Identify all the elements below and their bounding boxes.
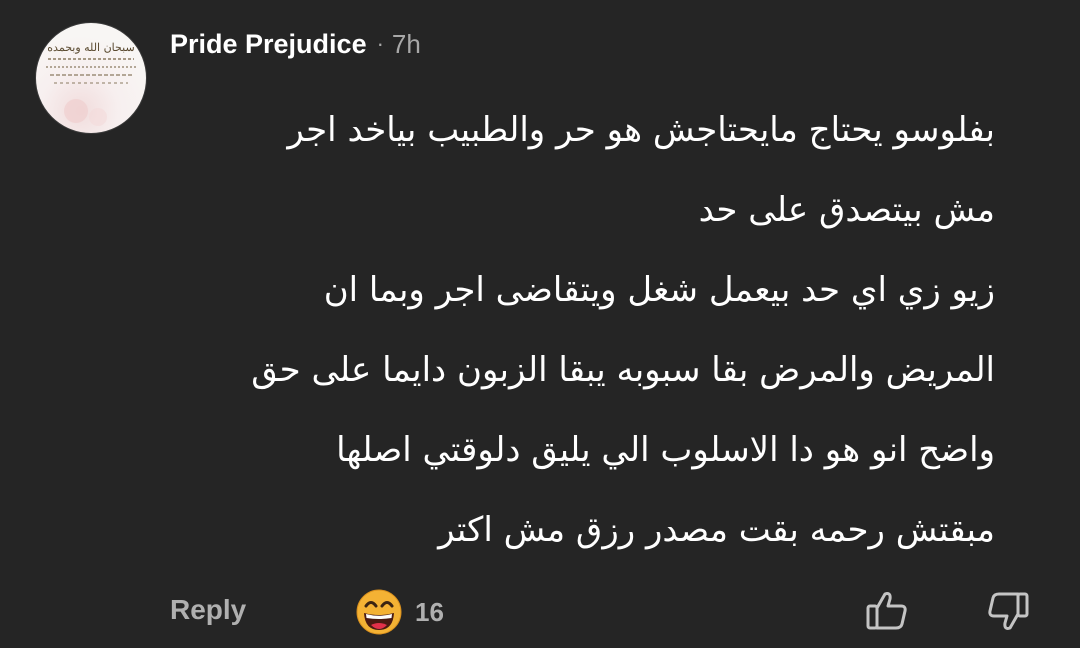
dislike-button[interactable]	[983, 586, 1033, 636]
reaction-count: 16	[415, 596, 444, 627]
like-button[interactable]	[862, 586, 912, 636]
thumbs-down-icon	[988, 592, 1029, 630]
reply-button[interactable]: Reply	[170, 594, 246, 626]
comment-line: المريض والمرض بقا سبوبه يبقا الزبون دايم…	[251, 350, 995, 390]
comment-line: مش بيتصدق على حد	[698, 190, 995, 230]
grinning-face-emoji-icon	[356, 589, 402, 635]
avatar-calligraphy-image: سبحان الله وبحمده	[46, 41, 136, 126]
comment-line: زيو زي اي حد بيعمل شغل ويتقاضى اجر وبما …	[323, 270, 995, 310]
comment-header: Pride Prejudice · 7h	[170, 24, 421, 64]
comment-body: بفلوسو يحتاج مايحتاجش هو حر والطبيب بياخ…	[165, 90, 995, 570]
comment-timestamp: 7h	[391, 28, 421, 59]
avatar[interactable]: سبحان الله وبحمده	[35, 22, 147, 134]
author-name[interactable]: Pride Prejudice	[170, 29, 367, 60]
comment-line: مبقتش رحمه بقت مصدر رزق مش اكتر	[438, 510, 995, 550]
meta-separator: ·	[376, 31, 384, 56]
thumbs-up-icon	[866, 592, 907, 630]
comment-line: واضح انو هو دا الاسلوب الي يليق دلوقتي ا…	[336, 430, 995, 470]
comment-actions: Reply 16	[0, 580, 1080, 644]
svg-text:سبحان الله وبحمده: سبحان الله وبحمده	[47, 41, 134, 54]
reaction-button[interactable]: 16	[355, 588, 444, 636]
comment-line: بفلوسو يحتاج مايحتاجش هو حر والطبيب بياخ…	[287, 110, 995, 150]
